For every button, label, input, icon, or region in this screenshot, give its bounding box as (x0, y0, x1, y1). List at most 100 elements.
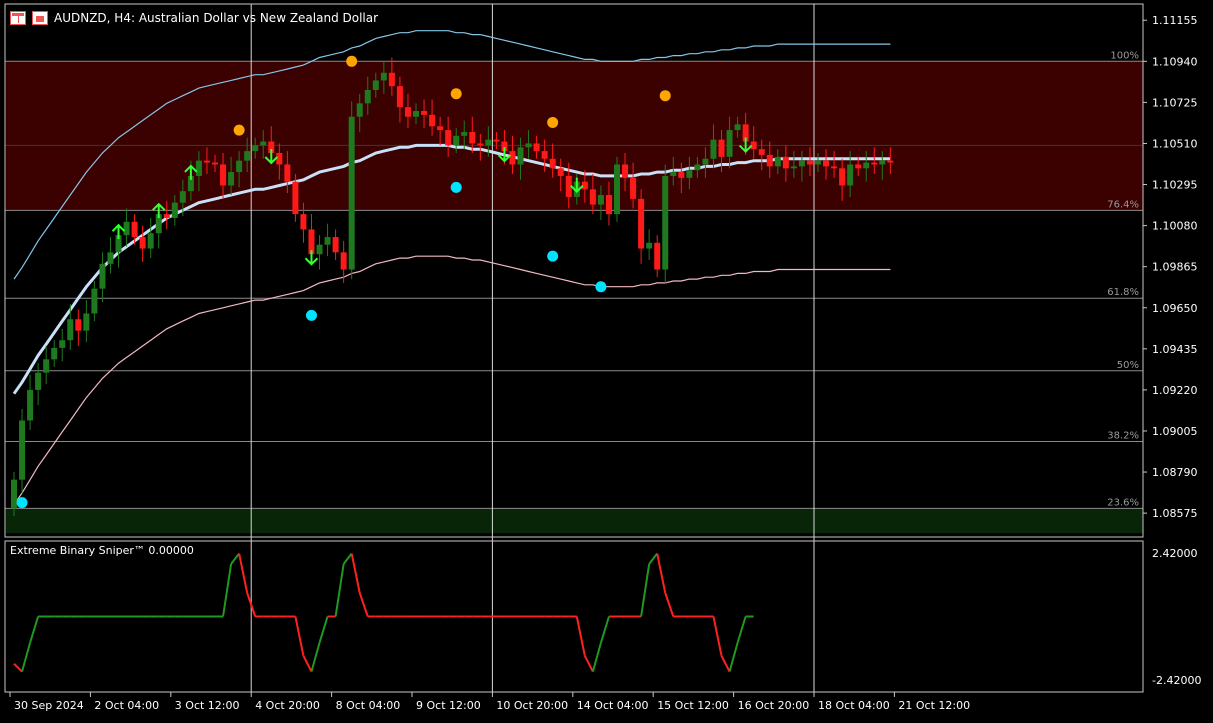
fib-label: 76.4% (1107, 199, 1139, 210)
osc-segment (591, 642, 602, 672)
osc-segment (302, 655, 313, 673)
candle-body (782, 156, 789, 169)
candle-body (614, 164, 620, 215)
candle-body (798, 160, 805, 167)
candle-body (871, 162, 878, 165)
sell-arrow-icon (304, 250, 319, 266)
osc-segment (318, 616, 329, 644)
support-zone (6, 508, 1143, 534)
candle-body (35, 372, 42, 390)
candle-body (404, 107, 411, 117)
candle-body (678, 172, 685, 178)
candle-body (646, 242, 653, 249)
fib-label: 61.8% (1107, 287, 1139, 298)
fib-label: 100% (1110, 50, 1139, 61)
candle-body (557, 168, 564, 176)
candle-body (654, 242, 661, 270)
y-tick-label: 1.11155 (1152, 14, 1198, 27)
candle-body (863, 162, 870, 169)
candle-body (107, 252, 114, 264)
candle-body (380, 72, 387, 81)
price-chart[interactable]: 100% 76.4% 61.8% 50% 38.2% 23.6% 1.11155 1.109… (0, 0, 1213, 723)
window-menu-icon[interactable] (10, 11, 26, 25)
candle-body (541, 151, 548, 159)
osc-segment (656, 553, 667, 594)
candle-body (686, 170, 693, 178)
osc-segment (664, 592, 675, 617)
osc-segment (342, 552, 353, 565)
buy-arrow-icon (111, 223, 126, 240)
candle-body (815, 160, 821, 165)
candle-body (823, 160, 830, 167)
candle-body (469, 131, 476, 144)
candle-body (670, 172, 677, 176)
osc-segment (575, 616, 586, 657)
candle-body (437, 126, 444, 131)
candle-body (372, 80, 379, 90)
x-tick-label: 16 Oct 20:00 (738, 699, 810, 712)
candle-body (517, 147, 524, 165)
top-signal-dot (659, 90, 671, 102)
candle-body (163, 214, 170, 218)
candle-body (396, 86, 403, 108)
x-tick-label: 2 Oct 04:00 (94, 699, 159, 712)
candle-body (855, 164, 862, 169)
candle-body (702, 158, 709, 165)
y-tick-label: 1.09005 (1152, 425, 1198, 438)
candle-body (388, 72, 395, 87)
x-tick-label: 9 Oct 12:00 (416, 699, 481, 712)
candle-body (212, 162, 218, 165)
y-tick-label: 1.09220 (1152, 384, 1198, 397)
candle-body (244, 151, 251, 161)
candle-body (879, 160, 886, 165)
candle-body (774, 156, 781, 167)
osc-segment (640, 563, 651, 617)
top-signal-dot (233, 124, 245, 136)
candle-body (806, 160, 813, 165)
fib-label: 23.6% (1107, 497, 1139, 508)
x-tick-label: 10 Oct 20:00 (496, 699, 568, 712)
y-tick-label: 1.10725 (1152, 96, 1198, 109)
chart-window-icon[interactable] (32, 11, 48, 25)
candle-body (790, 166, 797, 169)
candle-body (622, 164, 629, 178)
candle-body (525, 143, 532, 148)
candle-body (718, 139, 725, 157)
y-tick-label: 1.10080 (1152, 220, 1198, 233)
candle-body (356, 103, 363, 117)
candle-body (348, 116, 355, 270)
bottom-signal-dot (595, 281, 607, 293)
candle-body (413, 110, 419, 117)
candle-body (19, 420, 26, 480)
osc-segment (728, 642, 739, 672)
osc-segment (720, 655, 731, 673)
candle-body (99, 263, 106, 289)
fib-label: 50% (1117, 360, 1139, 371)
x-tick-label: 14 Oct 04:00 (577, 699, 649, 712)
indicator-label: Extreme Binary Sniper™ 0.00000 (10, 544, 194, 557)
bottom-signal-dot (450, 181, 462, 193)
osc-segment (648, 552, 658, 565)
candle-body (581, 181, 588, 190)
candle-body (195, 160, 202, 176)
chart-title: AUDNZD, H4: Australian Dollar vs New Zea… (54, 11, 379, 25)
osc-segment (230, 552, 240, 565)
candle-body (630, 177, 637, 199)
candle-body (453, 135, 460, 146)
candle-body (589, 189, 596, 205)
candle-body (123, 221, 130, 236)
x-tick-label: 18 Oct 04:00 (818, 699, 890, 712)
fib-label: 38.2% (1107, 430, 1139, 441)
candle-body (766, 154, 773, 167)
candle-body (75, 319, 82, 331)
osc-segment (583, 655, 594, 673)
bottom-signal-dot (16, 497, 28, 509)
candle-body (316, 244, 323, 255)
candle-body (220, 164, 227, 186)
candle-body (228, 172, 235, 186)
candle-body (493, 139, 500, 142)
candle-body (549, 158, 556, 169)
candle-body (477, 143, 484, 146)
candle-body (236, 160, 243, 173)
candle-body (276, 153, 283, 165)
